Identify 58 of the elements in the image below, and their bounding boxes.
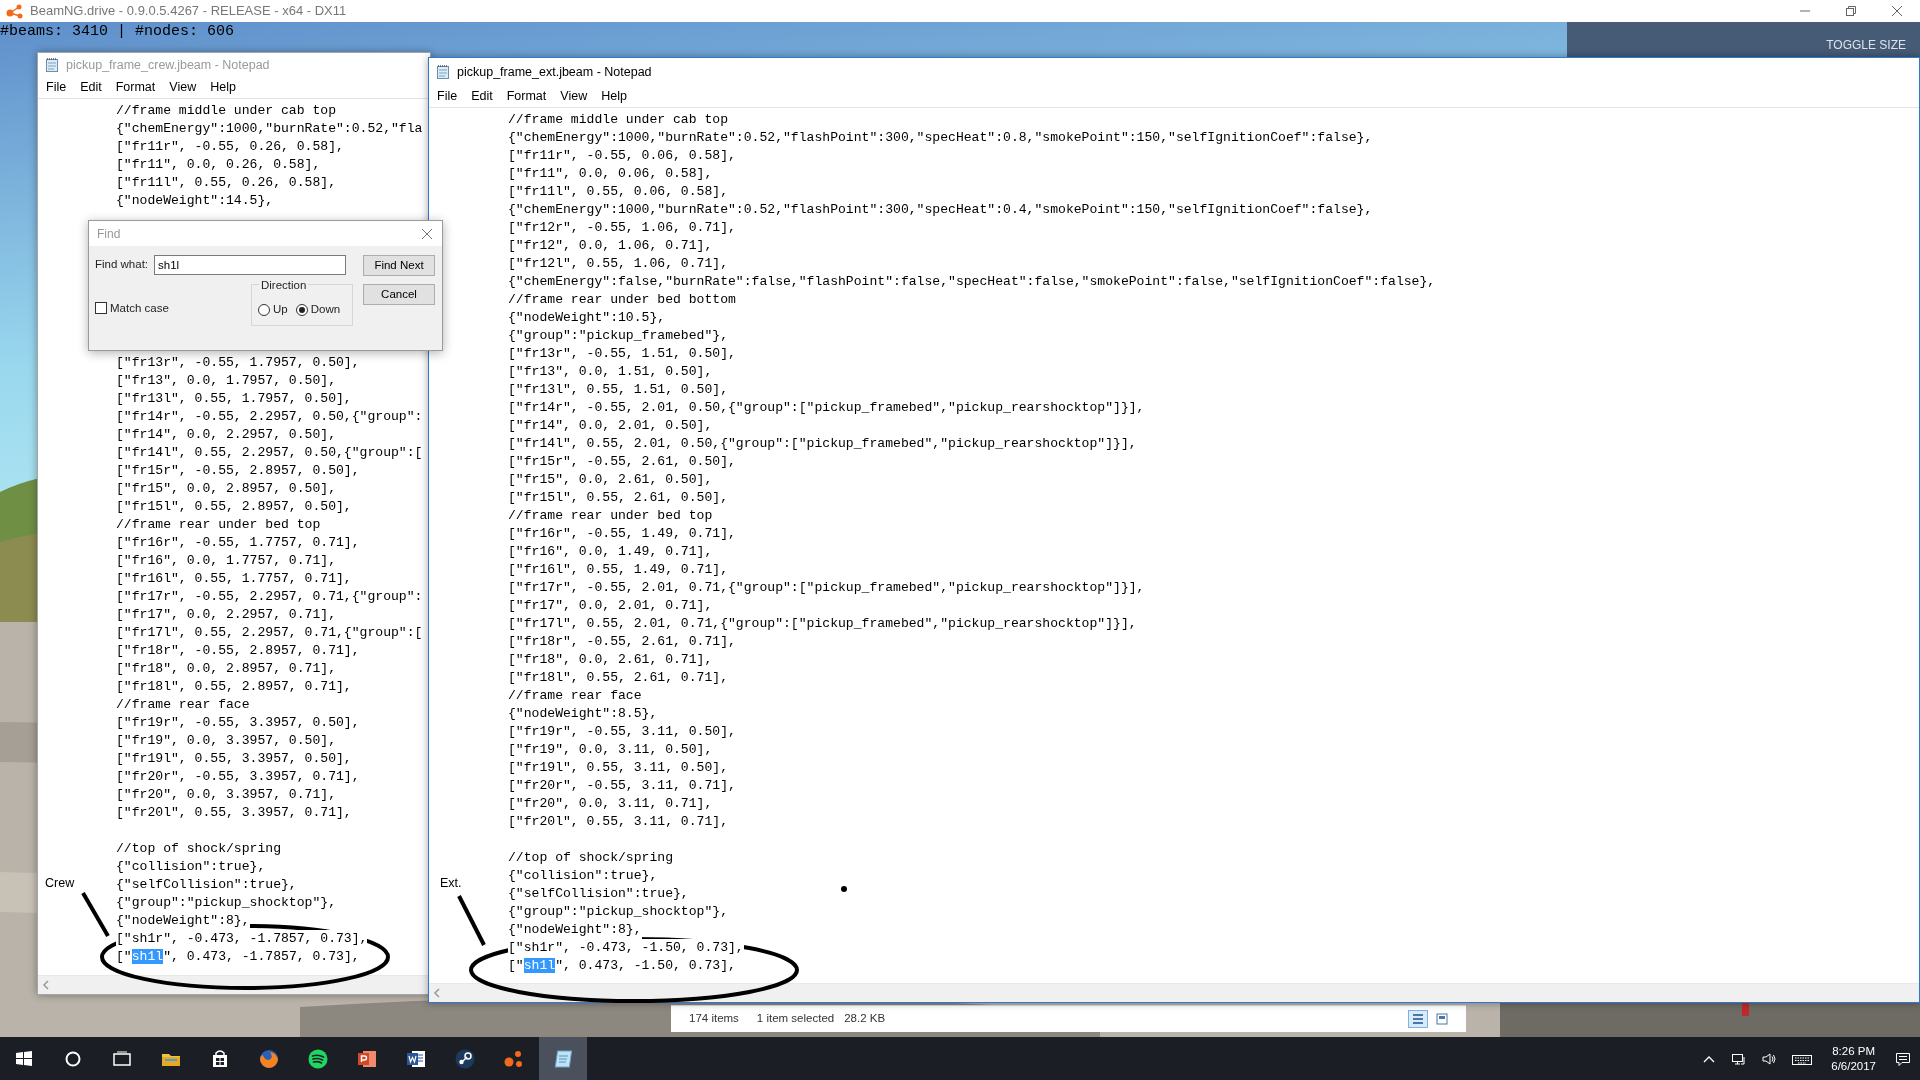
selection-info: 1 item selected [756,1011,835,1027]
scrollbar[interactable] [429,983,1919,1002]
radio-label: Down [310,302,341,318]
pane-icon [1435,1012,1449,1026]
code-text: [" [508,958,524,973]
find-next-button[interactable]: Find Next [363,255,435,276]
code-text: ", 0.473, -1.50, 0.73], [555,958,736,973]
sound-waves-icon [307,1047,329,1070]
restore-icon [1846,6,1856,16]
menu-item[interactable]: File [430,87,465,106]
notepad-icon [435,64,451,80]
annotation-label: Ext. [440,875,462,892]
menu-item[interactable]: View [553,87,595,106]
selected-text: sh1l [523,958,556,973]
menu-item[interactable]: View [162,78,204,97]
window-title: BeamNG.drive - 0.9.0.5.4267 - RELEASE - x64 - DX11 [30,2,347,21]
radio-button[interactable] [258,304,270,316]
menu-item[interactable]: Help [203,78,243,97]
toggle-size-button[interactable]: TOGGLE SIZE [1826,39,1906,51]
field-label: Find what: [95,257,149,273]
close-icon [421,227,433,240]
menu-item[interactable]: Edit [464,87,500,106]
menu-item[interactable]: File [39,78,74,97]
volume-icon [1761,1050,1778,1067]
window-title: pickup_frame_crew.jbeam - Notepad [66,56,270,74]
chevron-left-icon [433,988,441,998]
selected-text: sh1l [131,949,164,964]
globe-icon [258,1047,280,1070]
game-stats: #beams: 3410 | #nodes: 606 [0,22,235,42]
cancel-button[interactable]: Cancel [363,284,435,305]
find-what-field[interactable]: sh1l [154,255,347,275]
radio-button[interactable] [295,304,308,316]
chevron-left-icon [42,980,50,990]
notepad-icon [44,57,60,73]
window-title: pickup_frame_ext.jbeam - Notepad [457,63,652,81]
knob-icon [454,1047,476,1070]
clock[interactable]: 8:26 PM 6/6/2017 [1823,1037,1884,1080]
list-icon [1411,1012,1425,1026]
code-text: ", 0.473, -1.7857, 0.73], [163,949,360,964]
menu-item[interactable]: Format [108,78,163,97]
menu-item[interactable]: Help [594,87,634,106]
menu-item[interactable]: Format [499,87,554,106]
annotation-label: Crew [45,875,75,892]
file-size: 28.2 KB [844,1011,886,1027]
close-icon [1892,6,1902,16]
checkbox-label: Match case [110,300,169,316]
dialog-title: Find [97,225,121,243]
menu-item[interactable]: Edit [73,78,109,97]
dot-mark [841,886,847,892]
notepad-icon [552,1047,574,1070]
details-view-button[interactable] [1408,1010,1428,1028]
checkbox[interactable] [95,302,107,315]
code-text: [" [116,949,132,964]
item-count: 174 items [689,1011,739,1027]
radio-label: Up [273,302,288,318]
taskbar-button[interactable] [539,1037,587,1080]
logo-icon [6,3,24,19]
minimize-icon [1800,10,1810,12]
